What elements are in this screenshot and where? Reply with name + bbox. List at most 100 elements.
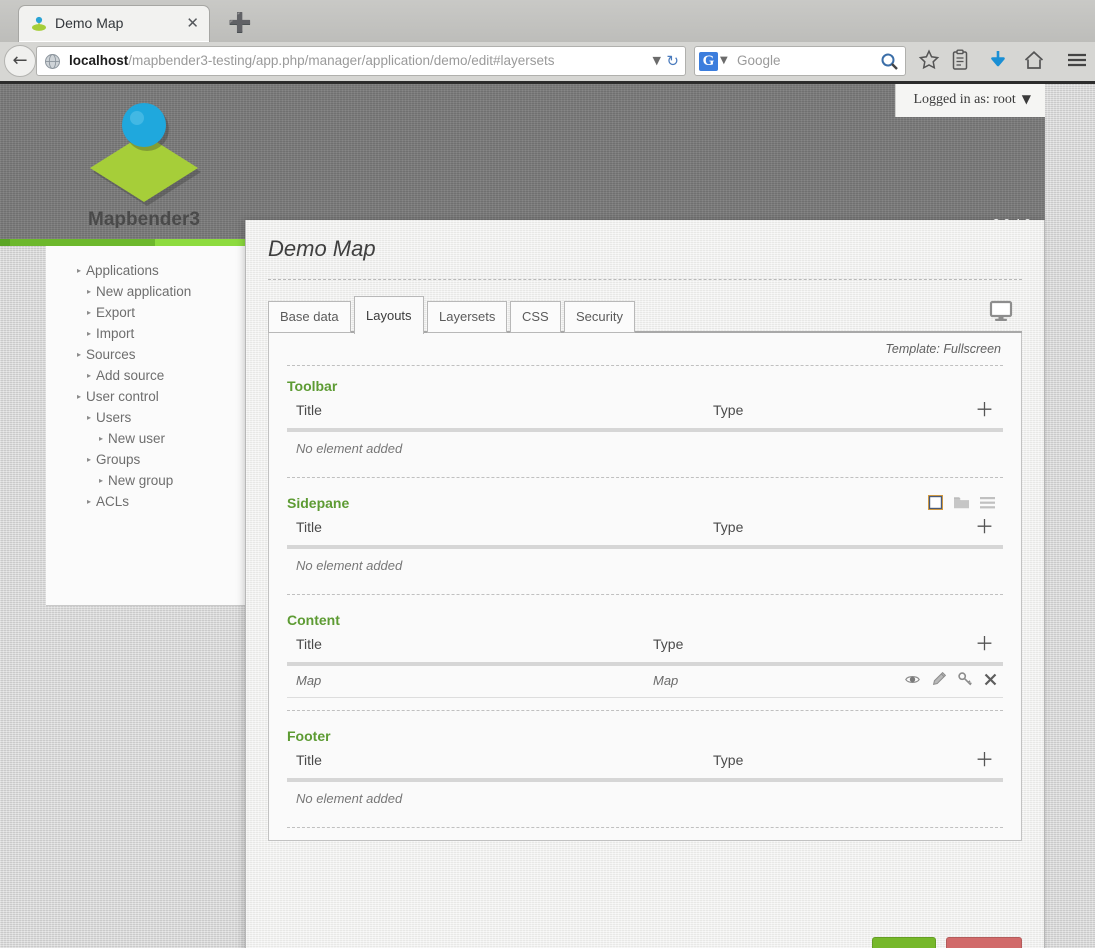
sidebar-item-acls[interactable]: ▸ACLs <box>46 491 245 512</box>
dialog-tabbar: Base dataLayoutsLayersetsCSSSecurity <box>268 296 1022 333</box>
add-element-button[interactable]: ＋ <box>975 632 994 656</box>
application-edit-dialog: Demo Map Base dataLayoutsLayersetsCSSSec… <box>245 220 1045 948</box>
sidebar-item-label: Users <box>96 410 131 425</box>
section-column-header: TitleType＋ <box>287 399 1003 428</box>
sidebar-item-label: Import <box>96 326 134 341</box>
sidebar-item-import[interactable]: ▸Import <box>46 323 245 344</box>
mapbender-logo[interactable]: Mapbender3 <box>80 98 208 228</box>
dialog-actions: Save Cancel <box>872 937 1022 948</box>
sidebar-item-new-group[interactable]: ▸New group <box>46 470 245 491</box>
page-body: Mapbender3 v. 3.0.4.0 Logged in as: root… <box>0 84 1095 948</box>
monitor-icon[interactable] <box>988 298 1014 324</box>
bookmark-star-icon[interactable] <box>918 49 940 71</box>
column-header-type: Type <box>713 519 743 535</box>
sidebar-item-label: Export <box>96 305 135 320</box>
chevron-right-icon: ▸ <box>77 350 81 359</box>
list-icon[interactable] <box>980 496 995 510</box>
plus-icon[interactable]: ➕ <box>228 14 252 33</box>
cancel-button[interactable]: Cancel <box>946 937 1022 948</box>
add-element-button[interactable]: ＋ <box>975 515 994 539</box>
address-bar[interactable]: localhost/mapbender3-testing/app.php/man… <box>36 46 686 76</box>
close-icon[interactable] <box>984 673 997 686</box>
sidebar-item-new-application[interactable]: ▸New application <box>46 281 245 302</box>
sidebar-item-sources[interactable]: ▸ Sources <box>46 344 245 365</box>
chevron-right-icon: ▸ <box>87 308 91 317</box>
browser-chrome: Demo Map ✕ ➕ ← localhost/mapbender3-test… <box>0 0 1095 84</box>
sidebar-item-user-control[interactable]: ▸ User control <box>46 386 245 407</box>
pencil-icon[interactable] <box>932 672 946 686</box>
chevron-right-icon: ▸ <box>87 497 91 506</box>
column-header-type: Type <box>653 636 683 652</box>
chevron-down-icon[interactable]: ▼ <box>720 55 728 66</box>
section-heading: Toolbar <box>287 378 1003 394</box>
add-element-button[interactable]: ＋ <box>975 748 994 772</box>
search-input[interactable]: Google <box>737 53 781 68</box>
google-icon[interactable]: G <box>699 52 718 71</box>
browser-navbar: ← localhost/mapbender3-testing/app.php/m… <box>0 42 1095 81</box>
browser-tabstrip: Demo Map ✕ ➕ <box>0 0 1095 42</box>
sidebar-item-add-source[interactable]: ▸Add source <box>46 365 245 386</box>
template-divider <box>287 365 1003 366</box>
section-heading: Footer <box>287 728 1003 744</box>
chevron-right-icon: ▸ <box>77 392 81 401</box>
sidebar-item-users[interactable]: ▸Users <box>46 407 245 428</box>
globe-icon <box>44 53 61 70</box>
home-icon[interactable] <box>1023 49 1045 71</box>
tab-css[interactable]: CSS <box>510 301 561 333</box>
sidebar-nav: ▸Applications▸New application▸Export▸Imp… <box>46 246 246 606</box>
chevron-right-icon: ▸ <box>87 287 91 296</box>
back-arrow-icon[interactable]: ← <box>4 45 36 77</box>
search-icon[interactable] <box>880 52 899 71</box>
tab-layersets[interactable]: Layersets <box>427 301 507 333</box>
address-bar-url: localhost/mapbender3-testing/app.php/man… <box>69 53 641 68</box>
reload-icon[interactable]: ↻ <box>666 52 679 70</box>
section-divider <box>287 477 1003 478</box>
section-tools <box>928 495 995 510</box>
empty-state-text: No element added <box>287 432 1003 465</box>
row-type: Map <box>653 673 678 688</box>
layout-section-content: ContentTitleType＋MapMap <box>287 612 1003 711</box>
sidebar-item-label: Sources <box>86 347 136 362</box>
key-icon[interactable] <box>958 672 972 686</box>
reading-list-icon[interactable] <box>950 49 970 71</box>
close-icon[interactable]: ✕ <box>186 14 199 32</box>
save-button[interactable]: Save <box>872 937 936 948</box>
chevron-down-icon[interactable]: ▼ <box>653 54 661 67</box>
tab-security[interactable]: Security <box>564 301 635 333</box>
column-header-type: Type <box>713 402 743 418</box>
sidebar-item-export[interactable]: ▸ Export <box>46 302 245 323</box>
template-label: Template: Fullscreen <box>885 342 1001 356</box>
browser-tab[interactable]: Demo Map ✕ <box>18 5 210 42</box>
tab-layouts[interactable]: Layouts <box>354 296 424 334</box>
column-header-title: Title <box>296 519 322 535</box>
layout-section-sidepane: SidepaneTitleType＋No element added <box>287 495 1003 595</box>
sidebar-item-groups[interactable]: ▸Groups <box>46 449 245 470</box>
sidebar-item-label: Groups <box>96 452 140 467</box>
section-column-header: Title Type ＋ <box>287 516 1003 545</box>
add-element-button[interactable]: ＋ <box>975 398 994 422</box>
search-bar[interactable]: G ▼ Google <box>694 46 906 76</box>
section-divider <box>287 710 1003 711</box>
sidebar-item-applications[interactable]: ▸Applications <box>46 260 245 281</box>
empty-state-text: No element added <box>287 782 1003 815</box>
dialog-title: Demo Map <box>268 236 376 262</box>
user-menu[interactable]: Logged in as: root▼ <box>895 84 1046 117</box>
tab-base-data[interactable]: Base data <box>268 301 351 333</box>
section-column-header: TitleType＋ <box>287 633 1003 662</box>
downloads-icon[interactable] <box>988 49 1008 71</box>
menu-icon[interactable] <box>1066 49 1088 71</box>
sidebar-item-label: New user <box>108 431 165 446</box>
mapbender-pin-icon <box>31 16 47 32</box>
square-outline-icon[interactable] <box>928 495 943 510</box>
chevron-right-icon: ▸ <box>99 434 103 443</box>
folder-icon[interactable] <box>953 495 970 510</box>
site-header: Mapbender3 v. 3.0.4.0 Logged in as: root… <box>0 84 1045 239</box>
table-row[interactable]: MapMap <box>287 666 1003 698</box>
section-column-header: TitleType＋ <box>287 749 1003 778</box>
eye-icon[interactable] <box>905 673 920 686</box>
layouts-panel: Template: Fullscreen Toolbar Title Type ＋ No… <box>268 333 1022 841</box>
sidebar-item-label: User control <box>86 389 159 404</box>
section-divider <box>287 827 1003 828</box>
svg-text:Mapbender3: Mapbender3 <box>88 209 200 228</box>
sidebar-item-new-user[interactable]: ▸ New user <box>46 428 245 449</box>
